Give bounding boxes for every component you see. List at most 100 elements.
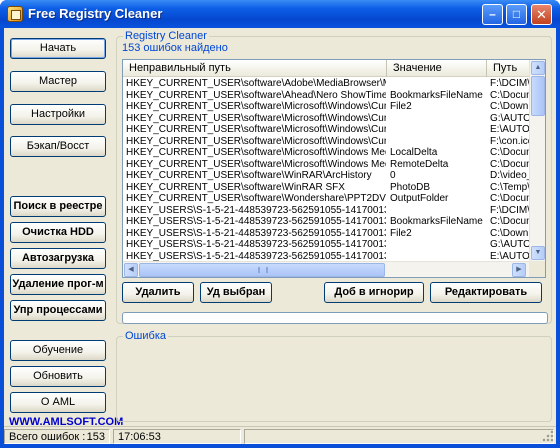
cell-invalid-path: HKEY_CURRENT_USER\software\Microsoft\Win… <box>126 112 386 124</box>
cell-invalid-path: HKEY_USERS\S-1-5-21-448539723-562591055-… <box>126 227 386 239</box>
cell-invalid-path: HKEY_USERS\S-1-5-21-448539723-562591055-… <box>126 204 386 216</box>
cell-path: C:\Docume <box>490 158 530 170</box>
cell-path: C:\Docume <box>490 193 530 204</box>
cell-invalid-path: HKEY_CURRENT_USER\software\Microsoft\Win… <box>126 101 386 112</box>
resize-grip-icon[interactable] <box>542 430 554 442</box>
app-logo-icon <box>7 6 23 22</box>
cell-invalid-path: HKEY_CURRENT_USER\software\Microsoft\Win… <box>126 124 386 135</box>
wizard-button[interactable]: Мастер <box>10 71 106 92</box>
cell-value: BookmarksFileName <box>390 216 483 227</box>
update-button[interactable]: Обновить <box>10 366 106 387</box>
status-total-panel: Всего ошибок : 153 <box>4 429 110 444</box>
horizontal-scroll-thumb[interactable] <box>139 263 385 277</box>
table-row[interactable]: HKEY_USERS\S-1-5-21-448539723-562591055-… <box>123 239 530 251</box>
table-row[interactable]: HKEY_CURRENT_USER\software\Microsoft\Win… <box>123 158 530 171</box>
scroll-right-arrow-icon[interactable]: ▶ <box>512 263 526 277</box>
status-total-label: Всего ошибок : <box>9 431 86 443</box>
registry-search-button[interactable]: Поиск в реестре <box>10 196 106 217</box>
cell-path: C:\Docume <box>490 89 530 101</box>
vertical-scrollbar[interactable]: ▲ ▼ <box>529 60 545 261</box>
list-header: Неправильный путь Значение Путь <box>123 60 529 77</box>
cell-value: OutputFolder <box>390 193 449 204</box>
cell-value: RemoteDelta <box>390 158 449 170</box>
cell-value: PhotoDB <box>390 181 431 193</box>
table-row[interactable]: HKEY_CURRENT_USER\software\Microsoft\Win… <box>123 124 530 136</box>
cell-value: 0 <box>390 170 396 181</box>
cell-path: E:\AUTORI <box>490 124 530 135</box>
cell-invalid-path: HKEY_USERS\S-1-5-21-448539723-562591055-… <box>126 239 386 250</box>
cell-invalid-path: HKEY_CURRENT_USER\software\Wondershare\P… <box>126 193 386 204</box>
horizontal-scrollbar[interactable]: ◀ ▶ <box>123 261 529 277</box>
error-group: Ошибка <box>116 330 552 422</box>
cell-path: C:\Temp\R <box>490 181 530 193</box>
status-empty-panel <box>244 429 554 444</box>
table-row[interactable]: HKEY_USERS\S-1-5-21-448539723-562591055-… <box>123 216 530 228</box>
errors-found-label: 153 ошибок найдено <box>122 42 228 54</box>
cell-invalid-path: HKEY_CURRENT_USER\software\Microsoft\Win… <box>126 158 386 170</box>
cell-path: G:\AUTORI <box>490 112 530 124</box>
cell-path: C:\Docume <box>490 216 530 227</box>
client-area: Начать Мастер Настройки Бэкап/Восст Поис… <box>4 28 556 444</box>
cell-invalid-path: HKEY_CURRENT_USER\software\Ahead\Nero Sh… <box>126 89 386 101</box>
title-bar[interactable]: Free Registry Cleaner – □ ✕ <box>0 0 560 28</box>
table-row[interactable]: HKEY_USERS\S-1-5-21-448539723-562591055-… <box>123 227 530 240</box>
table-row[interactable]: HKEY_CURRENT_USER\software\Microsoft\Win… <box>123 112 530 125</box>
edit-button[interactable]: Редактировать <box>430 282 542 303</box>
status-total-value: 153 <box>86 431 105 443</box>
column-header-value[interactable]: Значение <box>387 60 487 77</box>
scroll-up-arrow-icon[interactable]: ▲ <box>531 61 545 75</box>
minimize-button[interactable]: – <box>482 4 503 25</box>
cell-invalid-path: HKEY_CURRENT_USER\software\Microsoft\Win… <box>126 135 386 147</box>
add-to-ignore-button[interactable]: Доб в игнорир <box>324 282 424 303</box>
cell-path: F:\DCIM\1( <box>490 78 530 89</box>
table-row[interactable]: HKEY_USERS\S-1-5-21-448539723-562591055-… <box>123 204 530 217</box>
table-row[interactable]: HKEY_CURRENT_USER\software\Wondershare\P… <box>123 193 530 205</box>
cell-path: C:\Downlo <box>490 227 530 239</box>
scroll-grip-icon <box>258 267 268 273</box>
column-header-path[interactable]: Путь <box>487 60 529 77</box>
cell-invalid-path: HKEY_CURRENT_USER\software\Microsoft\Win… <box>126 147 386 158</box>
cell-path: C:\Docume <box>490 147 530 158</box>
about-button[interactable]: О AML <box>10 392 106 413</box>
error-group-title: Ошибка <box>123 330 168 342</box>
column-header-invalid-path[interactable]: Неправильный путь <box>123 60 387 77</box>
table-row[interactable]: HKEY_CURRENT_USER\software\Microsoft\Win… <box>123 101 530 113</box>
cell-value: File2 <box>390 227 412 239</box>
settings-button[interactable]: Настройки <box>10 104 106 125</box>
registry-cleaner-group-title: Registry Cleaner <box>123 30 209 42</box>
delete-button[interactable]: Удалить <box>122 282 194 303</box>
scroll-corner <box>529 261 545 277</box>
tutorial-button[interactable]: Обучение <box>10 340 106 361</box>
process-manager-button[interactable]: Упр процессами <box>10 300 106 321</box>
cell-invalid-path: HKEY_CURRENT_USER\software\WinRAR\ArcHis… <box>126 170 372 181</box>
window-title: Free Registry Cleaner <box>28 6 163 21</box>
delete-selected-button[interactable]: Уд выбран <box>200 282 272 303</box>
table-row[interactable]: HKEY_CURRENT_USER\software\WinRAR SFX Pho… <box>123 181 530 194</box>
cell-value: BookmarksFileName <box>390 89 483 101</box>
close-button[interactable]: ✕ <box>531 4 552 25</box>
backup-restore-button[interactable]: Бэкап/Восст <box>10 136 106 157</box>
scan-progress-bar <box>122 312 548 324</box>
table-row[interactable]: HKEY_CURRENT_USER\software\Microsoft\Win… <box>123 147 530 159</box>
cell-path: F:\DCIM\1( <box>490 204 530 216</box>
uninstall-programs-button[interactable]: Удаление прог-м <box>10 274 106 295</box>
table-row[interactable]: HKEY_CURRENT_USER\software\Ahead\Nero Sh… <box>123 89 530 102</box>
table-row[interactable]: HKEY_CURRENT_USER\software\WinRAR\ArcHis… <box>123 170 530 182</box>
cell-path: G:\AUTORI <box>490 239 530 250</box>
cell-invalid-path: HKEY_USERS\S-1-5-21-448539723-562591055-… <box>126 216 386 227</box>
autorun-button[interactable]: Автозагрузка <box>10 248 106 269</box>
scroll-left-arrow-icon[interactable]: ◀ <box>124 263 138 277</box>
cell-path: D:\video_s <box>490 170 530 181</box>
cell-value: File2 <box>390 101 412 112</box>
hdd-cleanup-button[interactable]: Очистка HDD <box>10 222 106 243</box>
app-window: Free Registry Cleaner – □ ✕ Начать Масте… <box>0 0 560 448</box>
table-row[interactable]: HKEY_CURRENT_USER\software\Adobe\MediaBr… <box>123 78 530 90</box>
scroll-down-arrow-icon[interactable]: ▼ <box>531 246 545 260</box>
vertical-scroll-thumb[interactable] <box>531 76 545 116</box>
status-time: 17:06:53 <box>118 431 161 443</box>
table-row[interactable]: HKEY_CURRENT_USER\software\Microsoft\Win… <box>123 135 530 148</box>
start-button[interactable]: Начать <box>10 38 106 59</box>
maximize-button[interactable]: □ <box>506 4 527 25</box>
registry-errors-list[interactable]: Неправильный путь Значение Путь HKEY_CUR… <box>122 59 546 278</box>
status-bar: Всего ошибок : 153 17:06:53 <box>4 426 556 444</box>
